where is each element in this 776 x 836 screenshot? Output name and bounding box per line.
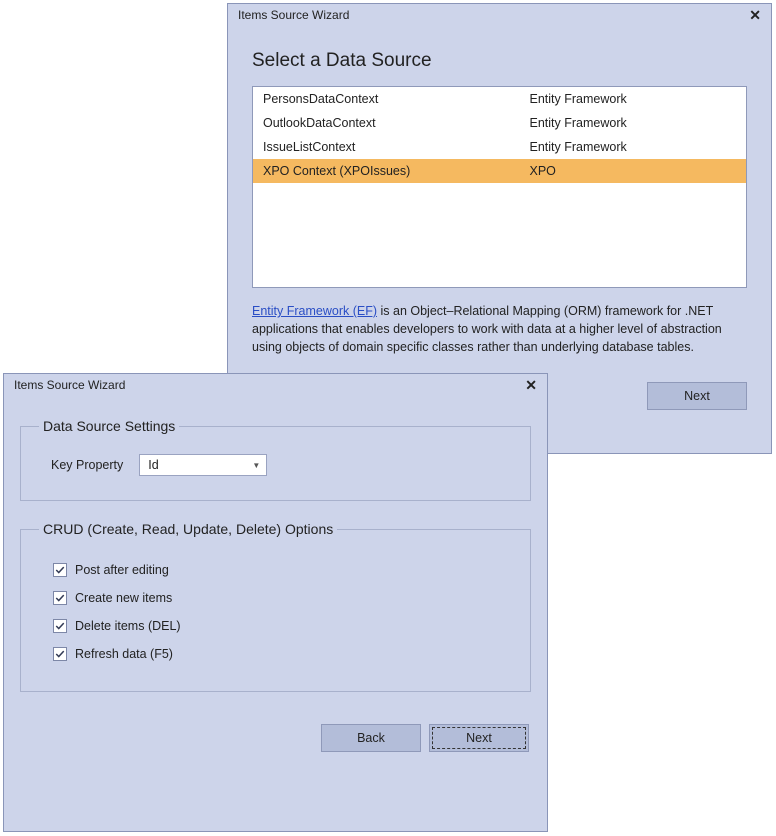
checkbox-icon[interactable] bbox=[53, 563, 67, 577]
table-row[interactable]: OutlookDataContextEntity Framework bbox=[253, 111, 746, 135]
checkbox-option[interactable]: Refresh data (F5) bbox=[53, 647, 510, 661]
checkbox-icon[interactable] bbox=[53, 591, 67, 605]
group-legend: Data Source Settings bbox=[39, 418, 179, 434]
checkbox-label: Delete items (DEL) bbox=[75, 619, 181, 633]
next-button[interactable]: Next bbox=[429, 724, 529, 752]
window-title: Items Source Wizard bbox=[238, 8, 349, 22]
page-heading: Select a Data Source bbox=[252, 50, 747, 72]
key-property-label: Key Property bbox=[51, 458, 123, 472]
key-property-combo[interactable]: Id ▼ bbox=[139, 454, 267, 476]
checkbox-label: Create new items bbox=[75, 591, 172, 605]
datasource-tech: Entity Framework bbox=[520, 111, 747, 135]
table-row[interactable]: IssueListContextEntity Framework bbox=[253, 135, 746, 159]
table-row[interactable]: XPO Context (XPOIssues)XPO bbox=[253, 159, 746, 183]
checkbox-icon[interactable] bbox=[53, 647, 67, 661]
datasource-name: IssueListContext bbox=[253, 135, 520, 159]
group-legend: CRUD (Create, Read, Update, Delete) Opti… bbox=[39, 521, 337, 537]
datasource-tech: Entity Framework bbox=[520, 135, 747, 159]
ef-link[interactable]: Entity Framework (EF) bbox=[252, 304, 377, 318]
datasource-list[interactable]: PersonsDataContextEntity FrameworkOutloo… bbox=[252, 86, 747, 288]
checkbox-option[interactable]: Delete items (DEL) bbox=[53, 619, 510, 633]
next-button[interactable]: Next bbox=[647, 382, 747, 410]
chevron-down-icon: ▼ bbox=[252, 461, 260, 470]
titlebar: Items Source Wizard ✕ bbox=[228, 4, 771, 26]
checkbox-label: Refresh data (F5) bbox=[75, 647, 173, 661]
checkbox-label: Post after editing bbox=[75, 563, 169, 577]
group-datasource-settings: Data Source Settings Key Property Id ▼ bbox=[20, 418, 531, 501]
close-icon[interactable]: ✕ bbox=[523, 378, 539, 392]
datasource-name: OutlookDataContext bbox=[253, 111, 520, 135]
datasource-name: PersonsDataContext bbox=[253, 87, 520, 111]
back-button[interactable]: Back bbox=[321, 724, 421, 752]
titlebar: Items Source Wizard ✕ bbox=[4, 374, 547, 396]
wizard-window-settings: Items Source Wizard ✕ Data Source Settin… bbox=[3, 373, 548, 832]
group-crud-options: CRUD (Create, Read, Update, Delete) Opti… bbox=[20, 521, 531, 692]
checkbox-option[interactable]: Post after editing bbox=[53, 563, 510, 577]
datasource-name: XPO Context (XPOIssues) bbox=[253, 159, 520, 183]
checkbox-icon[interactable] bbox=[53, 619, 67, 633]
key-property-value: Id bbox=[148, 458, 158, 472]
close-icon[interactable]: ✕ bbox=[747, 8, 763, 22]
description-text: Entity Framework (EF) is an Object–Relat… bbox=[252, 302, 747, 356]
datasource-tech: XPO bbox=[520, 159, 747, 183]
table-row[interactable]: PersonsDataContextEntity Framework bbox=[253, 87, 746, 111]
datasource-tech: Entity Framework bbox=[520, 87, 747, 111]
window-title: Items Source Wizard bbox=[14, 378, 125, 392]
checkbox-option[interactable]: Create new items bbox=[53, 591, 510, 605]
